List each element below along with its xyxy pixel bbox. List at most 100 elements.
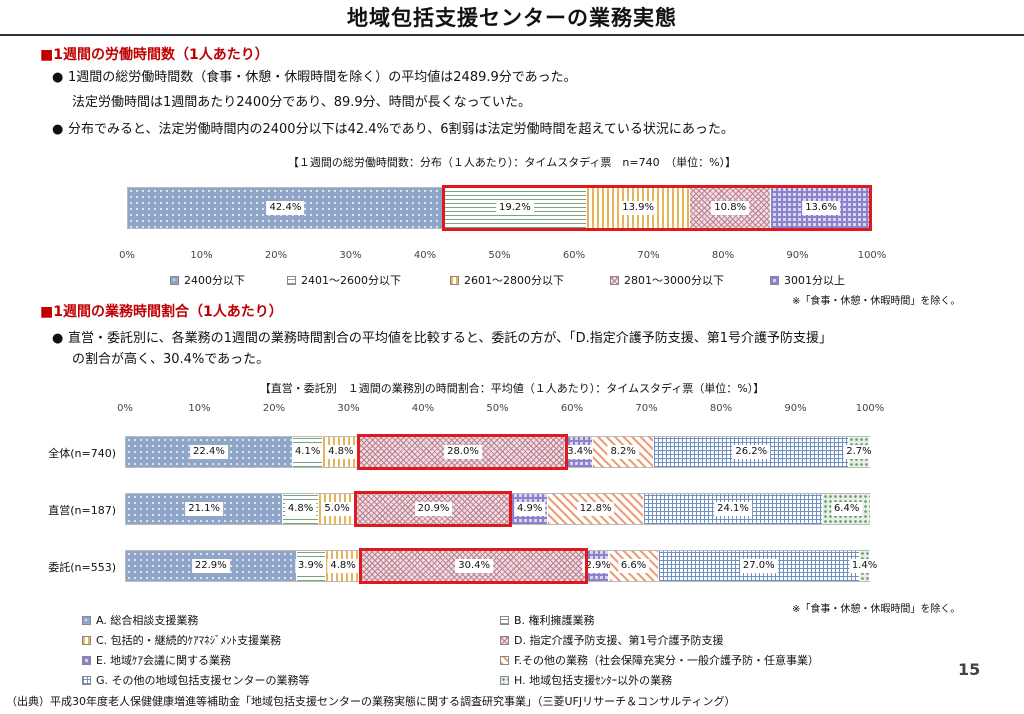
chart2-legend-item: G. その他の地域包括支援センターの業務等 [82, 672, 310, 688]
chart1-segment: 42.4% [128, 188, 444, 228]
legend-swatch [82, 655, 91, 665]
section1-bullet2: ● 分布でみると、法定労働時間内の2400分以下は42.4%であり、6割弱は法定労… [52, 121, 734, 139]
chart2-bar: 22.4% 4.1% 4.8% 28.0% 3.4% 8.2% 26.2% 2.7% [125, 436, 875, 468]
legend-label: 2601～2800分以下 [464, 274, 564, 287]
chart2-legend: A. 総合相談支援業務 B. 権利擁護業務 C. 包括的・継続的ｹｱﾏﾈｼﾞﾒﾝﾄ支… [0, 610, 1024, 690]
chart1-bar-area: 42.4% 19.2% 13.9% 10.8% 13.6% [127, 185, 873, 231]
chart2-data-label: 2.7% [843, 445, 875, 459]
chart2-category-label: 直営(n=187) [48, 504, 116, 517]
section1-bullet1: ● 1週間の総労働時間数（食事・休憩・休暇時間を除く）の平均値は2489.9分であ… [52, 69, 577, 87]
chart2-legend-item: H. 地域包括支援ｾﾝﾀｰ以外の業務 [500, 672, 672, 688]
legend-swatch [82, 635, 91, 645]
chart2-segment-f: 6.6% [609, 551, 659, 581]
chart2-segment-c: 5.0% [318, 494, 357, 524]
chart2-data-label: 22.9% [191, 559, 230, 573]
chart2-data-label: 6.4% [830, 502, 863, 516]
legend-label: 2801～3000分以下 [624, 274, 724, 287]
legend-label: B. 権利擁護業務 [514, 614, 595, 627]
legend-label: F.その他の業務（社会保障充実分・一般介護予防・任意事業） [514, 654, 820, 667]
legend-label: 2401～2600分以下 [301, 274, 401, 287]
chart1-tick-label: 80% [711, 250, 735, 261]
chart2-segment-h: 2.7% [843, 437, 875, 467]
chart2-tick-label: 100% [855, 403, 885, 414]
chart2-data-label: 8.2% [607, 445, 639, 459]
chart2-legend-item: C. 包括的・継続的ｹｱﾏﾈｼﾞﾒﾝﾄ支援業務 [82, 632, 281, 648]
chart2-data-label: 20.9% [414, 502, 453, 516]
chart1-tick-label: 20% [264, 250, 288, 261]
legend-swatch [500, 675, 509, 685]
chart2-data-label: 3.9% [294, 559, 327, 573]
chart2-segment-f: 8.2% [593, 437, 655, 467]
chart2-legend-item: B. 権利擁護業務 [500, 612, 595, 628]
chart2-data-label: 4.8% [327, 559, 359, 573]
chart2-segment-c: 4.8% [325, 551, 362, 581]
chart1-tick-label: 30% [339, 250, 362, 261]
chart2-category-label: 委託(n=553) [48, 561, 116, 574]
chart2-segment-b: 4.8% [283, 494, 319, 524]
legend-swatch [287, 275, 296, 285]
chart2-data-label: 4.8% [325, 445, 357, 459]
page-title: 地域包括支援センターの業務実態 [347, 6, 677, 30]
chart1-legend-item: 2401～2600分以下 [287, 272, 401, 288]
legend-swatch [170, 275, 179, 285]
chart1-tick-label: 100% [857, 250, 887, 261]
chart1-tick-label: 0% [119, 250, 135, 261]
chart2-plot: 全体(n=740) 22.4% 4.1% 4.8% 28.0% 3.4% 8.2% 26.2%… [0, 420, 1024, 590]
chart2-legend-item: D. 指定介護予防支援、第1号介護予防支援 [500, 632, 723, 648]
chart2-segment-b: 3.9% [294, 551, 327, 581]
chart1-data-label: 42.4% [266, 201, 305, 215]
chart2-segment-g: 26.2% [654, 437, 850, 467]
chart2-data-label: 4.9% [513, 502, 546, 516]
chart2-bar: 22.9% 3.9% 4.8% 30.4% 2.9% 6.6% 27.0% 1.4% [125, 550, 881, 582]
chart2-data-label: 22.4% [190, 445, 228, 459]
section2-bullet-line2: の割合が高く、30.4%であった。 [72, 352, 270, 367]
chart2-segment-g: 24.1% [643, 494, 824, 524]
chart2-segment-d: 20.9% [356, 494, 512, 524]
chart2-segment-a: 22.9% [126, 551, 297, 581]
chart1-data-label: 19.2% [496, 201, 534, 215]
legend-swatch [82, 675, 91, 685]
chart2-tick-label: 60% [560, 403, 584, 414]
legend-swatch [450, 275, 459, 285]
chart1-bar: 42.4% 19.2% 13.9% 10.8% 13.6% [127, 187, 873, 229]
chart2-tick-label: 50% [486, 403, 509, 414]
chart1-tick-label: 40% [413, 250, 437, 261]
chart2-segment-a: 21.1% [126, 494, 284, 524]
legend-label: C. 包括的・継続的ｹｱﾏﾈｼﾞﾒﾝﾄ支援業務 [96, 634, 282, 647]
chart2-tick-label: 30% [337, 403, 360, 414]
chart2-data-label: 21.1% [185, 502, 223, 516]
section1-bullet1-line1: 1週間の総労働時間数（食事・休憩・休暇時間を除く）の平均値は2489.9分であっ… [68, 70, 577, 85]
chart2-segment-h: 1.4% [848, 551, 881, 581]
title-divider [0, 34, 1024, 36]
chart2-tick-label: 20% [262, 403, 286, 414]
chart2-legend-item: A. 総合相談支援業務 [82, 612, 198, 628]
chart2-segment-f: 12.8% [548, 494, 644, 524]
section2-bullet: ● 直営・委託別に、各業務の1週間の業務時間割合の平均値を比較すると、委託の方が、… [52, 330, 832, 348]
chart2-tick-label: 40% [411, 403, 435, 414]
legend-label: E. 地域ｹｱ会議に関する業務 [96, 654, 231, 667]
chart1-x-axis: 0% 10% 20% 30% 40% 50% 60% 70% 80% 90% 100% [119, 250, 886, 264]
chart2-bar: 21.1% 4.8% 5.0% 20.9% 4.9% 12.8% 24.1% 6.4% [125, 493, 871, 525]
chart2-segment-b: 4.1% [291, 437, 324, 467]
chart2-legend-item: F.その他の業務（社会保障充実分・一般介護予防・任意事業） [500, 652, 819, 668]
chart1-legend-item: 2400分以下 [170, 272, 245, 288]
legend-swatch [500, 635, 509, 645]
chart2-data-label: 3.4% [564, 445, 596, 459]
chart2-tick-label: 80% [709, 403, 733, 414]
chart2-x-axis: 0% 10% 20% 30% 40% 50% 60% 70% 80% 90% 100% [117, 403, 884, 417]
legend-label: G. その他の地域包括支援センターの業務等 [96, 674, 310, 687]
chart1-segment: 19.2% [443, 188, 587, 228]
legend-label: H. 地域包括支援ｾﾝﾀｰ以外の業務 [514, 674, 673, 687]
chart2-segment-h: 6.4% [823, 494, 871, 524]
chart2-data-label: 12.8% [576, 502, 615, 516]
section1-heading: ■1週間の労働時間数（1人あたり） [40, 47, 269, 63]
chart2-data-label: 4.8% [284, 502, 317, 516]
chart2-data-label: 6.6% [617, 559, 650, 573]
chart2-legend-item: E. 地域ｹｱ会議に関する業務 [82, 652, 231, 668]
legend-label: 3001分以上 [784, 274, 845, 287]
legend-swatch [500, 615, 509, 625]
chart1-legend-item: 2601～2800分以下 [450, 272, 564, 288]
chart1-data-label: 10.8% [711, 201, 750, 215]
legend-swatch [770, 275, 779, 285]
chart1-segment: 13.6% [770, 188, 873, 228]
